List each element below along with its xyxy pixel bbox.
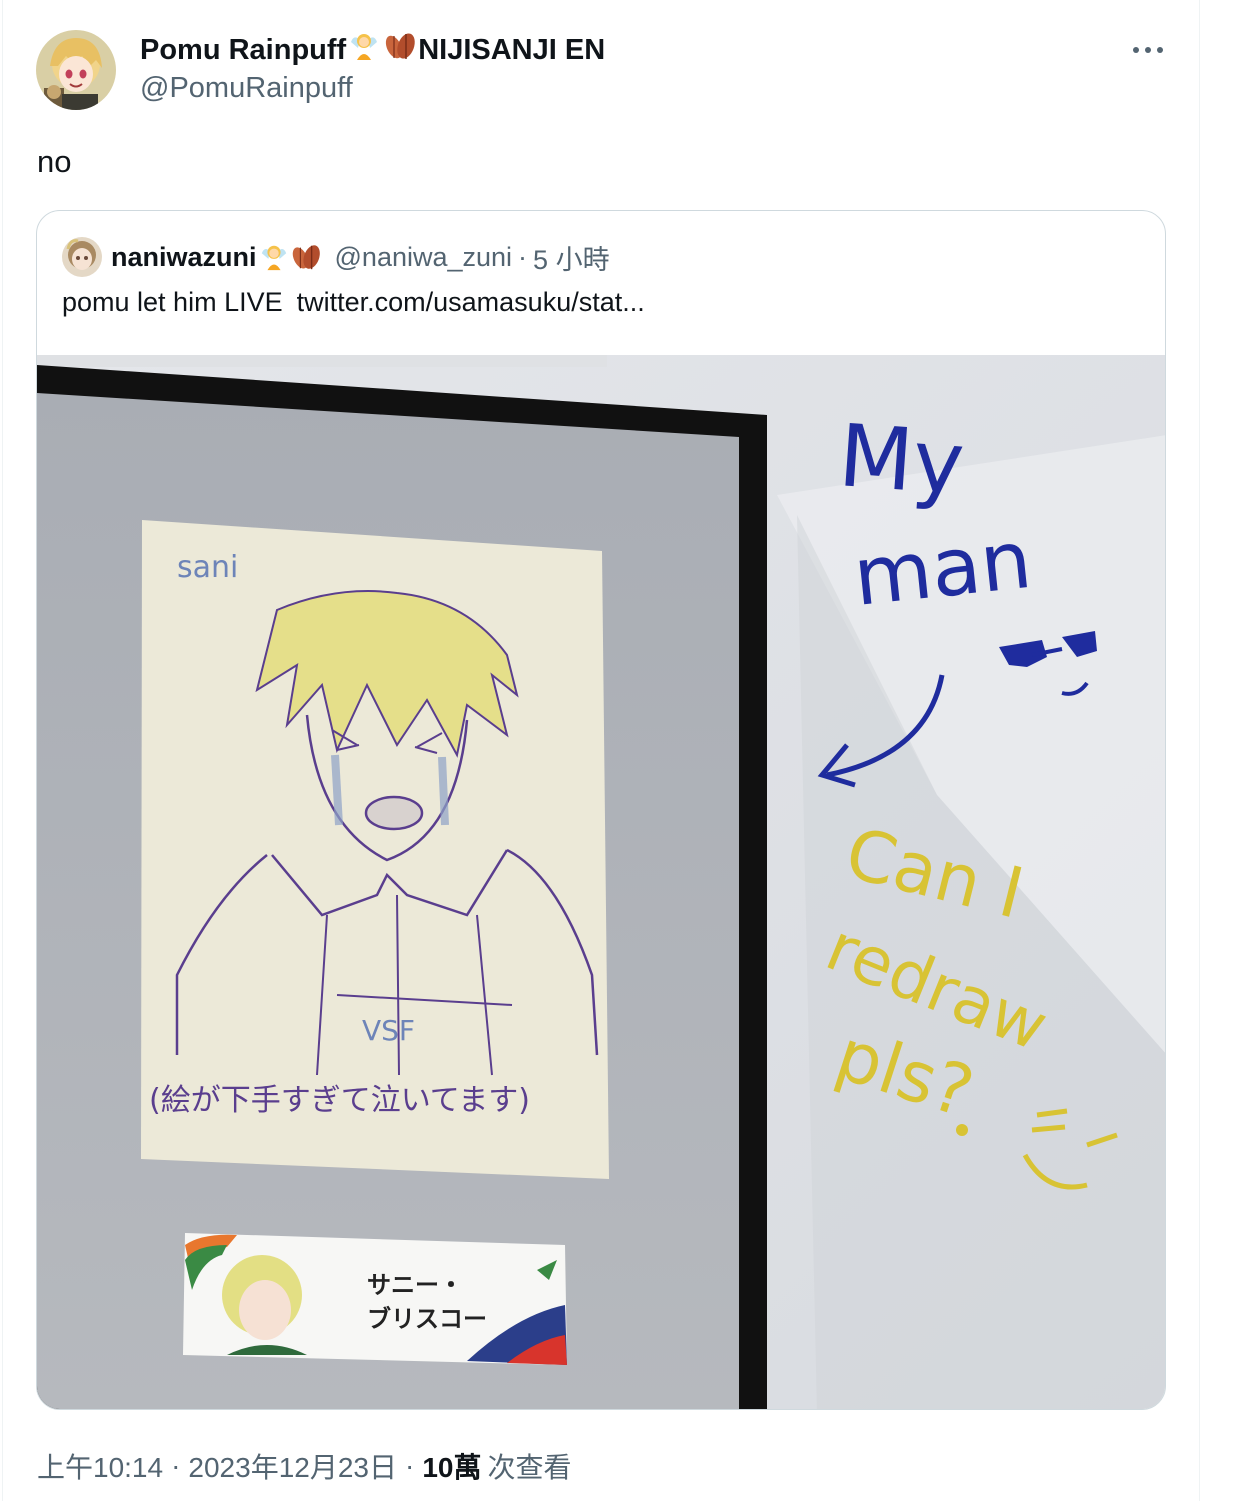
fairy-emoji-icon (348, 30, 380, 70)
column-border-left (2, 0, 3, 1501)
nameplate-line2: ブリスコー (367, 1305, 487, 1333)
whiteboard-text-man: man (849, 513, 1035, 624)
author-handle[interactable]: @PomuRainpuff (140, 72, 353, 105)
more-options-button[interactable] (1128, 34, 1168, 66)
meta-separator: · (171, 1450, 181, 1481)
leaves-emoji-icon (289, 242, 323, 272)
more-horizontal-icon (1133, 47, 1163, 53)
author-display-name[interactable]: Pomu Rainpuff NIJISANJI EN (140, 30, 605, 70)
quoted-tweet-link[interactable]: twitter.com/usamasuku/stat... (297, 287, 645, 317)
tweet-date[interactable]: 2023年12月23日 (188, 1446, 397, 1486)
views-label: 次查看 (487, 1452, 572, 1483)
author-name-text: Pomu Rainpuff (140, 33, 347, 66)
tweet-detail-page: Pomu Rainpuff NIJISANJI EN @PomuRainpuff (0, 0, 1233, 1501)
quoted-author-handle[interactable]: @naniwa_zuni (335, 242, 513, 273)
fairy-emoji-icon (259, 242, 289, 272)
drawing-caption: (絵が下手すぎて泣いてます) (149, 1083, 530, 1118)
nameplate-line1: サニー・ (367, 1271, 463, 1299)
tweet-meta: 上午10:14 · 2023年12月23日 · 10萬 次查看 (37, 1448, 572, 1484)
quoted-author-name[interactable]: naniwazuni (111, 242, 257, 273)
quoted-tweet-time[interactable]: 5 小時 (533, 238, 610, 277)
author-name-suffix: NIJISANJI EN (418, 33, 606, 66)
meta-separator: · (405, 1450, 415, 1481)
quoted-tweet-body: pomu let him LIVE (62, 287, 283, 317)
tweet-time[interactable]: 上午10:14 (37, 1446, 163, 1486)
whiteboard-text-my: My (836, 406, 968, 514)
quoted-tweet-photo[interactable]: sani VSF (絵が下手すぎて泣いてます) サニー・ ブリスコー My ma… (37, 355, 1165, 1409)
drawing-label: sani (177, 550, 238, 585)
quoted-author-avatar[interactable] (62, 237, 102, 277)
quoted-tweet-text: pomu let him LIVE twitter.com/usamasuku/s… (62, 287, 645, 318)
quoted-tweet-header: naniwazuni @naniwa_zuni · 5 小時 (111, 237, 610, 277)
shirt-text: VSF (362, 1014, 415, 1047)
header-separator: · (518, 241, 528, 272)
tweet-text: no (37, 144, 72, 179)
photo-illustration: sani VSF (絵が下手すぎて泣いてます) サニー・ ブリスコー My ma… (37, 355, 1165, 1409)
views-count: 10萬 (422, 1452, 482, 1483)
author-avatar[interactable] (36, 30, 116, 110)
column-border-right (1199, 0, 1200, 1501)
leaves-emoji-icon (382, 30, 418, 70)
quoted-tweet-card[interactable]: naniwazuni @naniwa_zuni · 5 小時 pomu let … (36, 210, 1166, 1410)
